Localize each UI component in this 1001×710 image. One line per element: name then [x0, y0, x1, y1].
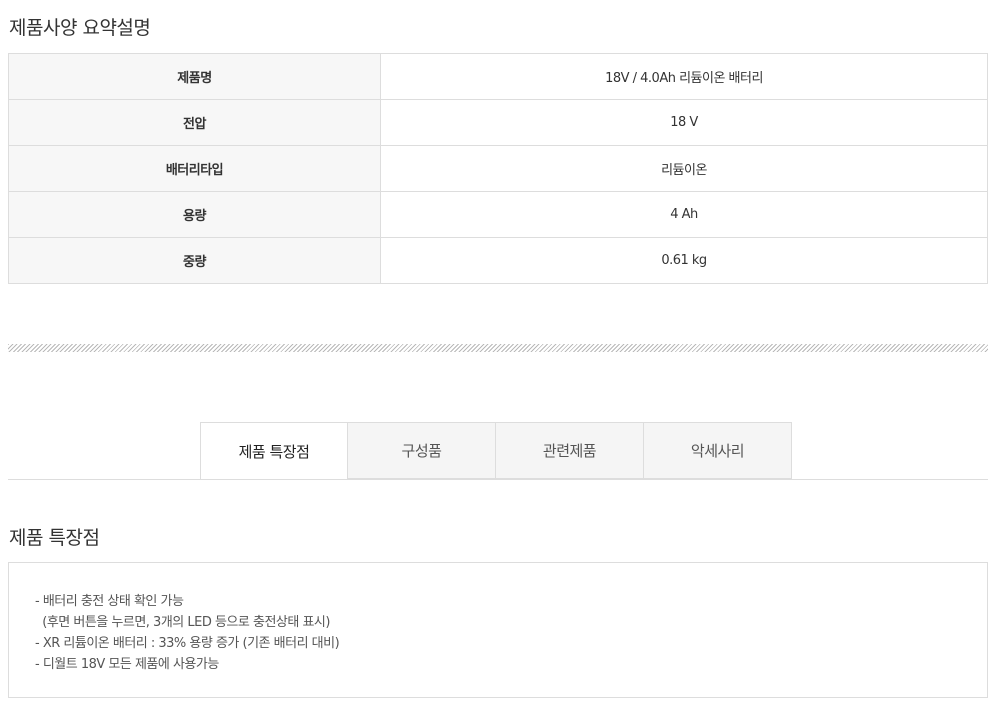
table-row: 전압 18 V [8, 99, 988, 146]
spec-value: 4 Ah [380, 191, 988, 238]
tab-accessories[interactable]: 악세사리 [644, 422, 792, 479]
hatched-divider [8, 344, 988, 352]
spec-value: 18V / 4.0Ah 리듐이온 배터리 [380, 53, 988, 100]
spec-label: 배터리타입 [8, 145, 381, 192]
features-title: 제품 특장점 [9, 527, 100, 549]
table-row: 배터리타입 리듐이온 [8, 145, 988, 192]
feature-line: (후면 버튼을 누르면, 3개의 LED 등으로 충전상태 표시) [35, 615, 330, 630]
table-row: 중량 0.61 kg [8, 237, 988, 284]
tab-related-products[interactable]: 관련제품 [496, 422, 644, 479]
spec-label: 용량 [8, 191, 381, 238]
tab-underline [8, 479, 988, 480]
feature-line: - XR 리튬이온 배터리 : 33% 용량 증가 (기존 배터리 대비) [35, 636, 340, 651]
spec-value: 0.61 kg [380, 237, 988, 284]
table-row: 제품명 18V / 4.0Ah 리듐이온 배터리 [8, 53, 988, 100]
tab-components[interactable]: 구성품 [348, 422, 496, 479]
spec-summary-title: 제품사양 요약설명 [9, 17, 151, 39]
spec-table: 제품명 18V / 4.0Ah 리듐이온 배터리 전압 18 V 배터리타입 리… [8, 53, 988, 284]
spec-label: 제품명 [8, 53, 381, 100]
table-row: 용량 4 Ah [8, 191, 988, 238]
tab-features[interactable]: 제품 특장점 [200, 422, 348, 480]
spec-label: 중량 [8, 237, 381, 284]
feature-line: - 배터리 충전 상태 확인 가능 [35, 594, 184, 609]
spec-label: 전압 [8, 99, 381, 146]
feature-line: - 디월트 18V 모든 제품에 사용가능 [35, 657, 219, 672]
spec-value: 리듐이온 [380, 145, 988, 192]
tab-bar: 제품 특장점 구성품 관련제품 악세사리 [200, 422, 792, 480]
features-box: - 배터리 충전 상태 확인 가능 (후면 버튼을 누르면, 3개의 LED 등… [8, 562, 988, 698]
spec-value: 18 V [380, 99, 988, 146]
